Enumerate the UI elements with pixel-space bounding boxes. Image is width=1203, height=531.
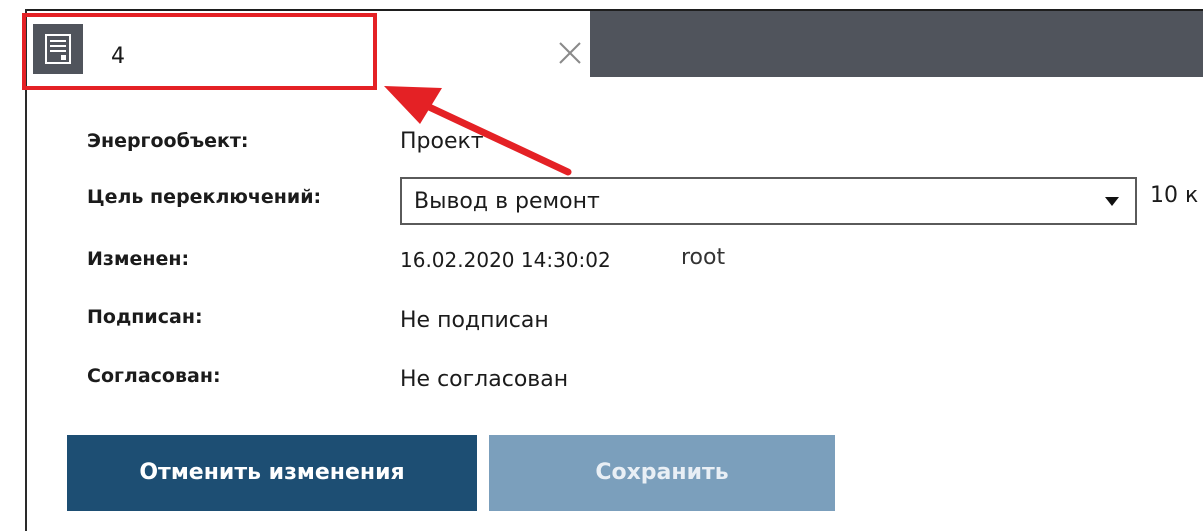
document-window: 4 Энергообъект: Проект Цель переключений… [0, 0, 1203, 531]
annotation-arrow [384, 86, 572, 176]
